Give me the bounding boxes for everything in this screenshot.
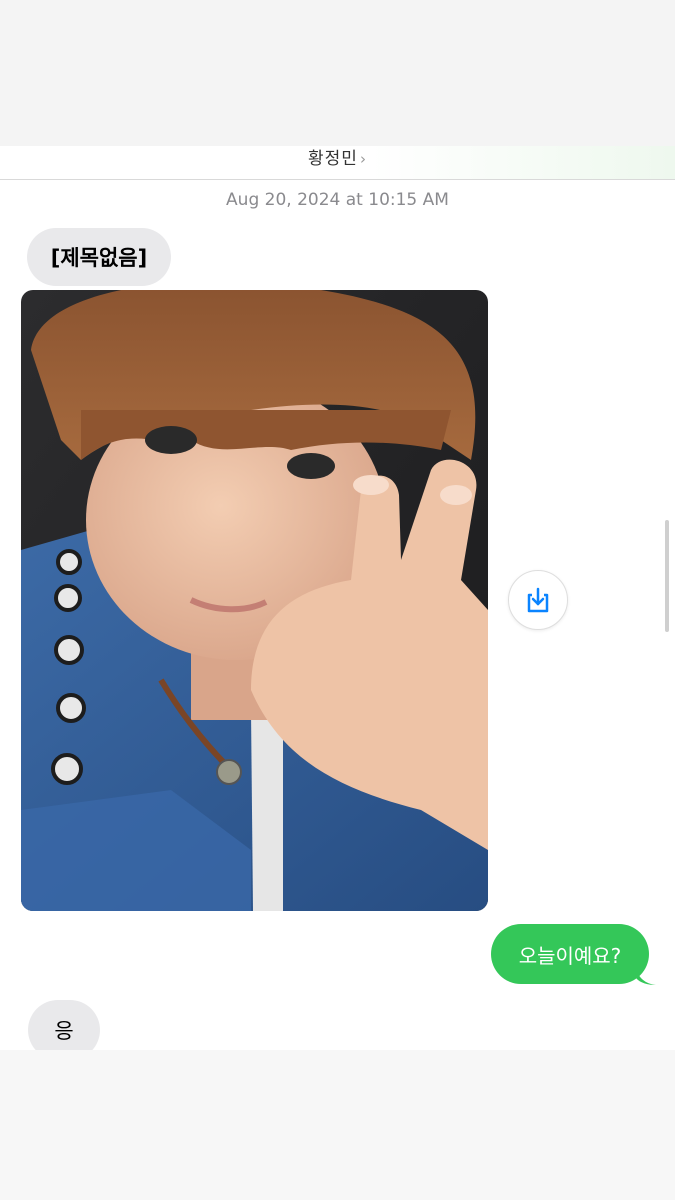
save-to-photos-icon xyxy=(527,587,549,613)
chevron-right-icon: › xyxy=(359,150,367,168)
timestamp-time: at 10:15 AM xyxy=(345,190,449,210)
outgoing-message-bubble[interactable]: 오늘이예요? xyxy=(491,924,649,984)
scrollbar[interactable] xyxy=(665,520,669,632)
incoming-photo-attachment[interactable] xyxy=(21,290,488,911)
outgoing-bubble-tail xyxy=(636,968,656,985)
message-thread: Aug 20, 2024 at 10:15 AM [제목없음] 오늘이예요? 응 xyxy=(0,180,675,1050)
incoming-subject-bubble[interactable]: [제목없음] xyxy=(27,228,171,286)
conversation-header[interactable]: 황정민 › xyxy=(0,146,675,180)
bottom-blank-area xyxy=(0,1050,675,1200)
contact-name[interactable]: 황정민 › xyxy=(0,146,675,169)
top-blank-area xyxy=(0,0,675,150)
save-photo-button[interactable] xyxy=(508,570,568,630)
timestamp-date: Aug 20, 2024 xyxy=(226,190,341,210)
incoming-reply-bubble[interactable]: 응 xyxy=(28,1000,100,1050)
message-timestamp: Aug 20, 2024 at 10:15 AM xyxy=(0,190,675,210)
selfie-photo xyxy=(21,290,488,911)
messages-screen: 황정민 › Aug 20, 2024 at 10:15 AM [제목없음] 오늘… xyxy=(0,0,675,1200)
contact-name-label[interactable]: 황정민 xyxy=(308,149,358,169)
